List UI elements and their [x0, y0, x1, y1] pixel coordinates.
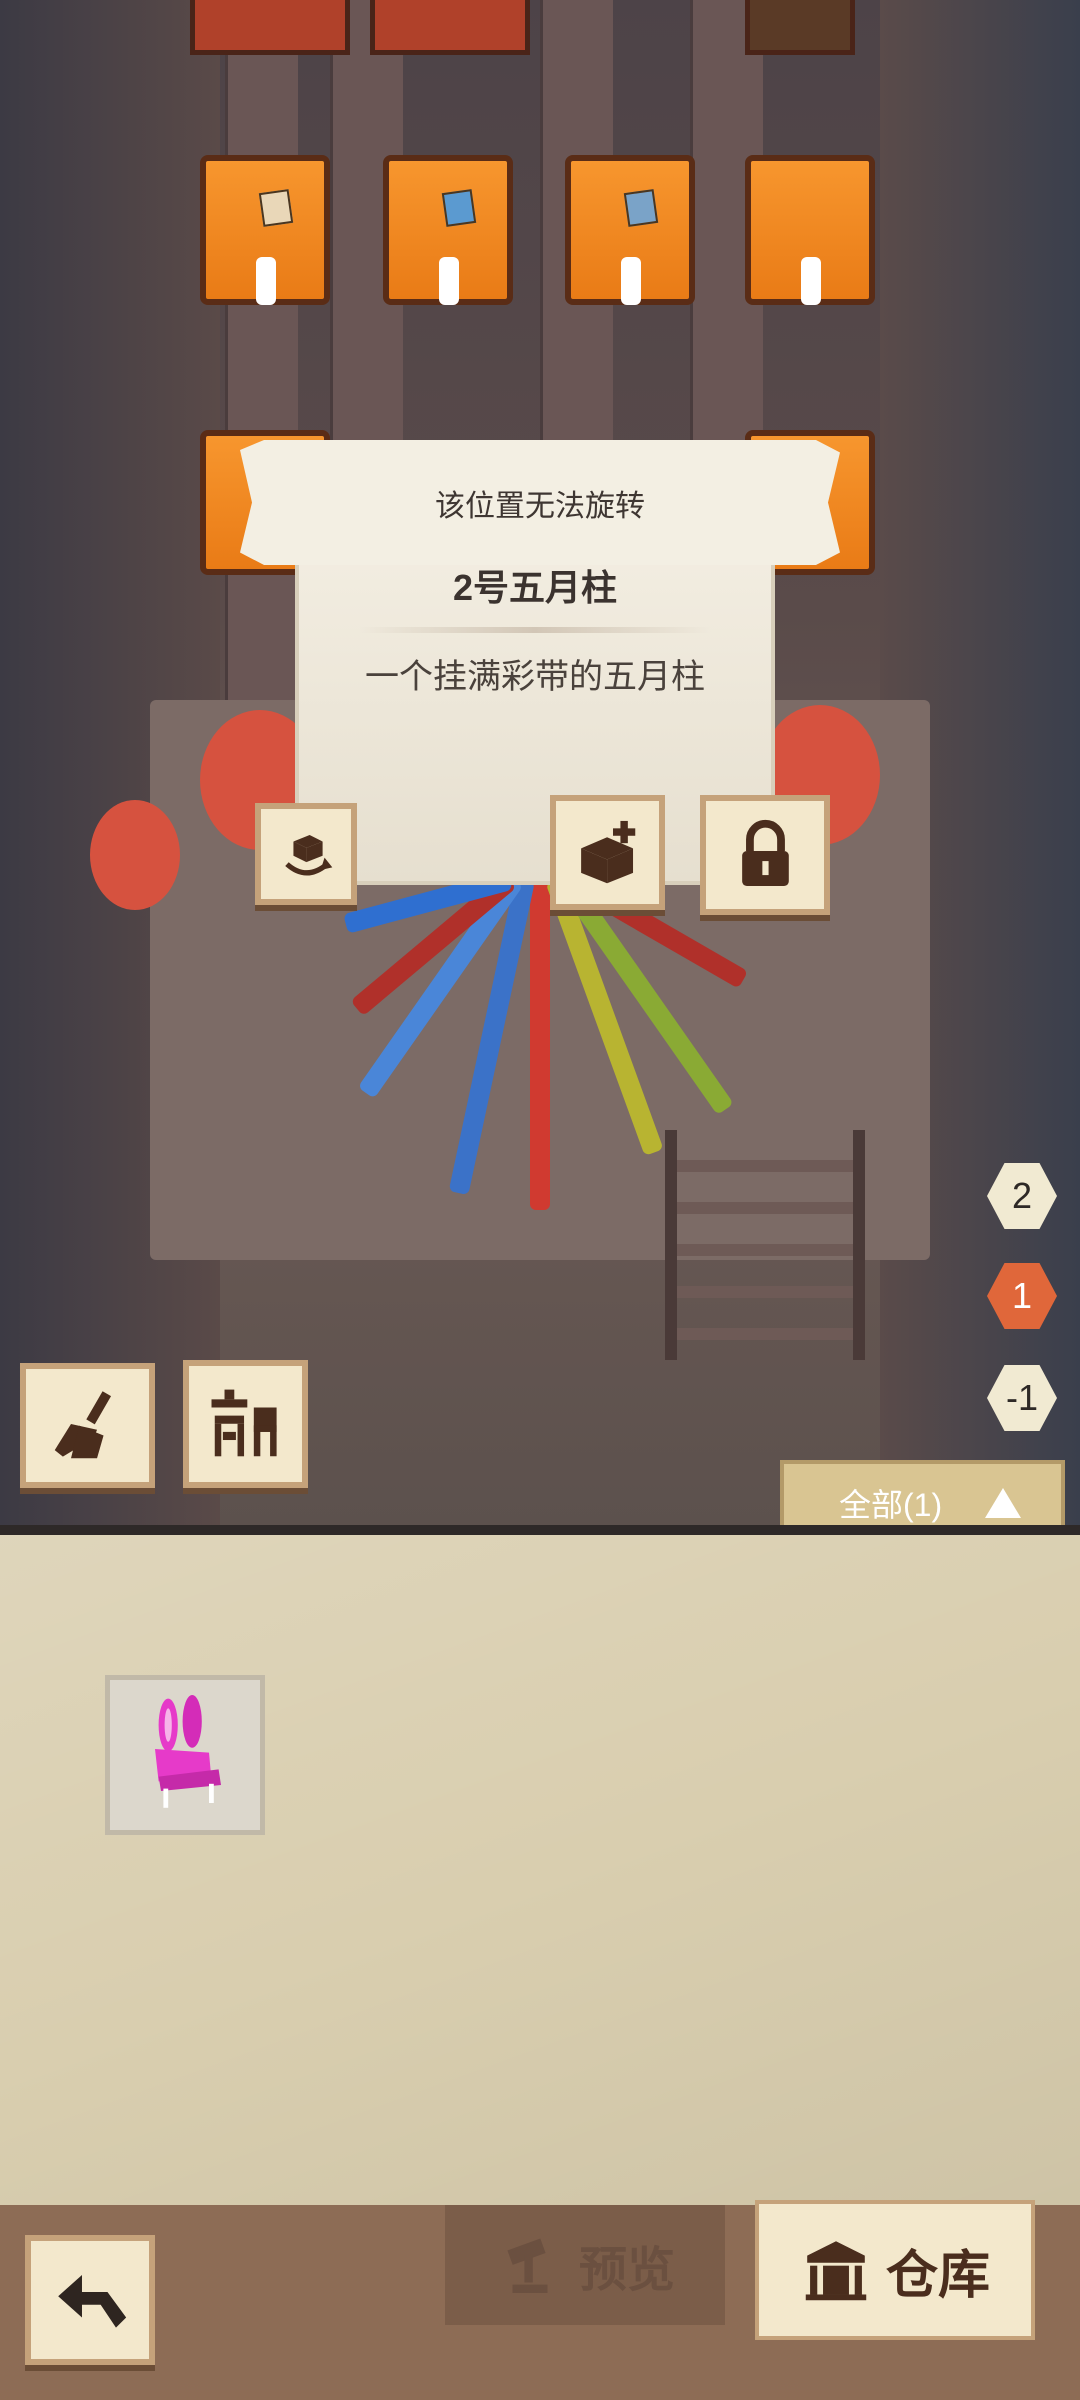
storage-label: 仓库: [885, 2246, 990, 2305]
inventory-panel: [0, 1525, 1080, 2205]
orange-cabinet[interactable]: [565, 155, 695, 305]
warehouse-icon: [805, 2241, 867, 2301]
divider: [359, 627, 711, 633]
clean-button[interactable]: [20, 1363, 155, 1488]
broom-icon: [54, 1391, 112, 1459]
ladder: [665, 1130, 865, 1360]
treasure-chest: [370, 0, 530, 55]
hammer-icon: [507, 2238, 548, 2293]
item-tag: [258, 189, 294, 227]
cabinet-handle: [256, 257, 276, 305]
rotate-button[interactable]: [255, 803, 357, 905]
storage-button[interactable]: 仓库: [755, 2200, 1035, 2340]
item-title: 2号五月柱: [452, 567, 618, 608]
item-tag: [623, 189, 659, 227]
orange-cabinet[interactable]: [745, 155, 875, 305]
treasure-chest: [745, 0, 855, 55]
furniture-icon: [211, 1389, 277, 1457]
bunny-chair-icon: [155, 1695, 221, 1808]
preview-button[interactable]: 预览: [445, 2205, 725, 2325]
cabinet-handle: [801, 257, 821, 305]
treasure-chest: [190, 0, 350, 55]
furniture-button[interactable]: [183, 1360, 308, 1488]
orange-cabinet[interactable]: [200, 155, 330, 305]
preview-label: 预览: [578, 2244, 675, 2297]
item-description: 一个挂满彩带的五月柱: [365, 658, 705, 696]
rotate-icon: [284, 834, 332, 876]
filter-label: 全部(1): [839, 1486, 943, 1523]
cabinet-handle: [439, 257, 459, 305]
inventory-slot[interactable]: [105, 1675, 265, 1835]
lock-icon: [741, 820, 789, 887]
back-arrow-icon: [57, 2274, 126, 2328]
orange-cabinet[interactable]: [383, 155, 513, 305]
triangle-up-icon: [985, 1487, 1021, 1518]
flower-decoration: [90, 800, 180, 910]
toast-message: 该位置无法旋转: [240, 440, 840, 565]
ribbon: [530, 880, 550, 1210]
cabinet-handle: [621, 257, 641, 305]
back-button[interactable]: [25, 2235, 155, 2365]
wall-plank: [225, 0, 298, 700]
store-box-icon: [581, 821, 636, 884]
lock-button[interactable]: [700, 795, 830, 915]
item-tag: [441, 189, 477, 227]
store-item-button[interactable]: [550, 795, 665, 910]
